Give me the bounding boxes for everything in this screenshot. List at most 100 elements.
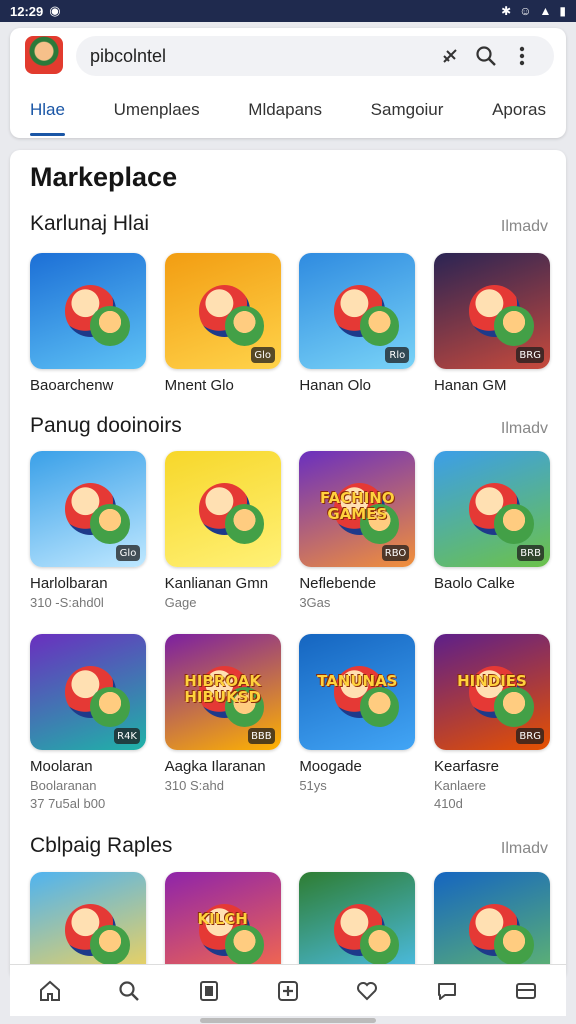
game-meta: 37 7u5al b00 bbox=[30, 796, 106, 811]
game-thumbnail[interactable]: BRB bbox=[433, 451, 550, 567]
page-title: Markeplace bbox=[30, 162, 178, 192]
character-art bbox=[359, 687, 400, 727]
search-icon[interactable] bbox=[116, 978, 142, 1004]
game-row: R4K Moolaran Boolaranan 37 7u5al b00 HIBROAK… bbox=[30, 634, 550, 811]
wifi-icon: ☺ bbox=[519, 4, 532, 18]
search-bar[interactable]: pibcolntel bbox=[76, 36, 554, 76]
battery-icon: ▮ bbox=[559, 4, 566, 18]
game-card[interactable]: R4K Moolaran Boolaranan 37 7u5al b00 bbox=[30, 634, 146, 811]
game-meta: Gage bbox=[164, 595, 197, 610]
status-time: 12:29 bbox=[10, 3, 44, 19]
gesture-bar bbox=[200, 1018, 376, 1023]
rating-badge: R4K bbox=[114, 728, 140, 744]
game-card[interactable]: Baoarchenw bbox=[30, 253, 146, 394]
section-see-all-link[interactable]: Ilmadv bbox=[501, 218, 548, 236]
game-thumbnail[interactable]: Glo bbox=[164, 253, 281, 369]
tab-mldapans[interactable]: Mldapans bbox=[248, 90, 322, 136]
tab-aporas[interactable]: Aporas bbox=[492, 90, 546, 136]
game-card[interactable]: BRG Hanan GM bbox=[433, 253, 550, 394]
game-title[interactable]: Hanan GM bbox=[434, 377, 550, 394]
game-card[interactable]: Glo Mnent Glo bbox=[164, 253, 281, 394]
game-card[interactable]: Kanlianan Gmn Gage bbox=[164, 451, 281, 610]
tab-home[interactable]: Hlae bbox=[30, 90, 65, 136]
character-art bbox=[359, 925, 400, 965]
rating-badge: BRB bbox=[517, 545, 544, 561]
wallet-icon[interactable] bbox=[513, 978, 539, 1004]
library-icon[interactable] bbox=[196, 978, 222, 1004]
clear-icon[interactable] bbox=[432, 38, 468, 74]
game-logo-text: HINDIES bbox=[457, 672, 527, 691]
rating-badge: BRG bbox=[516, 728, 544, 744]
tab-samgoiur[interactable]: Samgoiur bbox=[371, 90, 444, 136]
game-title[interactable]: Hanan Olo bbox=[299, 377, 415, 394]
game-card[interactable]: TANUNAS Moogade 51ys bbox=[299, 634, 416, 811]
section-title: Panug dooinoirs bbox=[30, 414, 182, 437]
bluetooth-icon: ✱ bbox=[501, 4, 512, 18]
rating-badge: RBO bbox=[381, 545, 410, 561]
game-card[interactable]: FACHINO GAMES RBO Neflebende 3Gas bbox=[299, 451, 416, 610]
game-card[interactable]: Glo Harlolbaran 310 -S:ahd0l bbox=[30, 451, 146, 610]
game-thumbnail[interactable]: R4K bbox=[30, 634, 146, 750]
character-art bbox=[90, 687, 130, 727]
game-thumbnail[interactable]: HINDIES BRG bbox=[433, 634, 550, 750]
game-row: Glo Harlolbaran 310 -S:ahd0l Kanlianan Gmn G… bbox=[30, 451, 550, 610]
game-logo-text: HIBROAK HIBUKSD bbox=[184, 672, 261, 707]
section-see-all-link[interactable]: Ilmadv bbox=[501, 420, 548, 438]
game-card[interactable]: Rlo Hanan Olo bbox=[299, 253, 416, 394]
game-meta: 310 S:ahd bbox=[164, 778, 224, 793]
game-thumbnail[interactable]: Glo bbox=[30, 451, 146, 567]
game-meta: 51ys bbox=[299, 778, 327, 793]
character-art bbox=[90, 306, 130, 346]
rating-badge: BBB bbox=[248, 728, 275, 744]
character-art bbox=[224, 925, 265, 965]
signal-icon: ▲ bbox=[539, 4, 552, 18]
character-art bbox=[494, 306, 534, 346]
game-developer: Boolaranan bbox=[30, 778, 97, 793]
game-card[interactable]: HIBROAK HIBUKSD BBB Aagka Ilaranan 310 S:ah… bbox=[164, 634, 281, 811]
category-tabs: Hlae Umenplaes Mldapans Samgoiur Aporas bbox=[10, 90, 566, 136]
game-title[interactable]: Harlolbaran bbox=[30, 575, 146, 592]
character-art bbox=[494, 687, 534, 727]
tab-umenplaes[interactable]: Umenplaes bbox=[114, 90, 200, 136]
notification-icon: ◉ bbox=[49, 3, 61, 18]
game-title[interactable]: Baoarchenw bbox=[30, 377, 146, 394]
app-logo[interactable] bbox=[25, 36, 63, 74]
game-meta: 410d bbox=[433, 796, 463, 811]
game-thumbnail[interactable] bbox=[30, 253, 146, 369]
game-thumbnail[interactable]: HIBROAK HIBUKSD BBB bbox=[164, 634, 281, 750]
heart-icon[interactable] bbox=[354, 978, 380, 1004]
chat-icon[interactable] bbox=[434, 978, 460, 1004]
game-logo-text: KILCH bbox=[197, 910, 248, 929]
add-icon[interactable] bbox=[275, 978, 301, 1004]
game-title[interactable]: Kanlianan Gmn bbox=[165, 575, 281, 592]
game-thumbnail[interactable]: BRG bbox=[433, 253, 550, 369]
more-options-icon[interactable] bbox=[504, 38, 540, 74]
search-icon[interactable] bbox=[468, 38, 504, 74]
section-see-all-link[interactable]: Ilmadv bbox=[501, 840, 548, 858]
character-art bbox=[90, 925, 130, 965]
game-title[interactable]: Mnent Glo bbox=[165, 377, 281, 394]
rating-badge: Glo bbox=[116, 545, 140, 561]
game-title[interactable]: Baolo Calke bbox=[434, 575, 550, 592]
game-card[interactable]: HINDIES BRG Kearfasre Kanlaere 410d bbox=[433, 634, 550, 811]
game-thumbnail[interactable]: Rlo bbox=[299, 253, 416, 369]
game-title[interactable]: Neflebende bbox=[299, 575, 415, 592]
game-thumbnail[interactable]: TANUNAS bbox=[299, 634, 416, 750]
character-art bbox=[494, 504, 534, 544]
bottom-navigation bbox=[10, 964, 566, 1016]
game-thumbnail[interactable] bbox=[164, 451, 281, 567]
game-title[interactable]: Aagka Ilaranan bbox=[165, 758, 281, 775]
rating-badge: BRG bbox=[516, 347, 544, 363]
game-card[interactable]: BRB Baolo Calke bbox=[433, 451, 550, 610]
search-input[interactable]: pibcolntel bbox=[90, 46, 432, 67]
marketplace-panel: Markeplace Karlunaj Hlai Ilmadv Baoarche… bbox=[10, 150, 566, 980]
home-icon[interactable] bbox=[37, 978, 63, 1004]
status-icons: ✱ ☺ ▲ ▮ bbox=[501, 4, 566, 18]
section-title: Karlunaj Hlai bbox=[30, 212, 150, 235]
game-thumbnail[interactable]: FACHINO GAMES RBO bbox=[299, 451, 416, 567]
game-title[interactable]: Kearfasre bbox=[434, 758, 550, 775]
game-title[interactable]: Moogade bbox=[299, 758, 415, 775]
game-title[interactable]: Moolaran bbox=[30, 758, 146, 775]
top-bar: pibcolntel Hlae Umenplaes Mldapans Samgo… bbox=[10, 28, 566, 138]
game-meta: 3Gas bbox=[299, 595, 331, 610]
